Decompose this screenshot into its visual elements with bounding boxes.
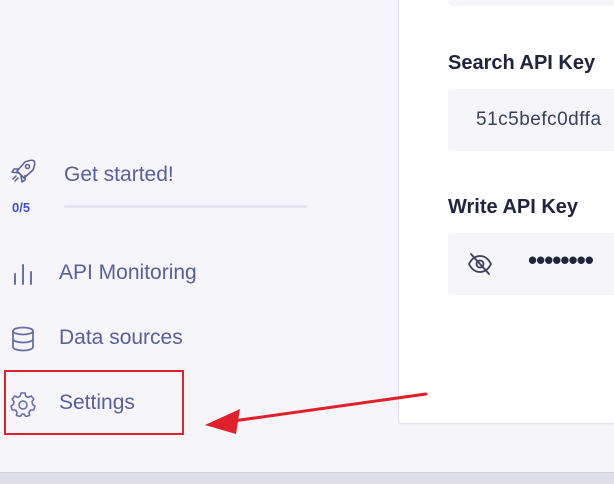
window-bottom-edge: [0, 472, 614, 484]
red-arrow-annotation: [205, 392, 428, 434]
